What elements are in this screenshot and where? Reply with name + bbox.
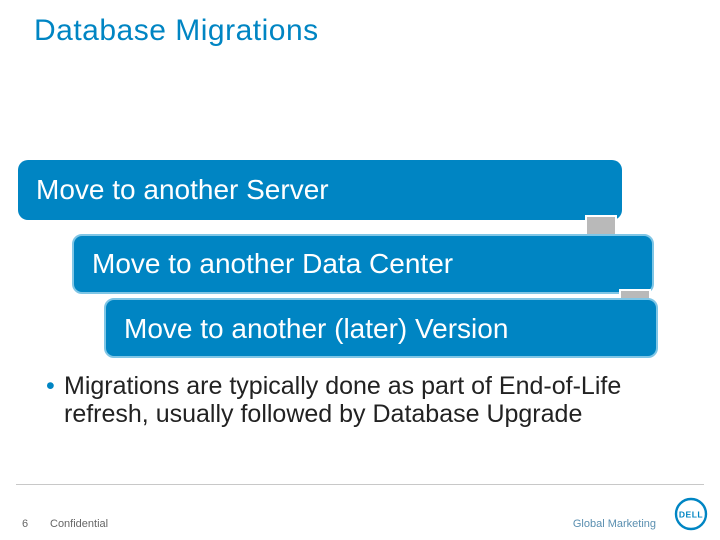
migration-box-datacenter-label: Move to another Data Center bbox=[92, 249, 453, 278]
migration-box-server-label: Move to another Server bbox=[36, 175, 329, 204]
confidential-label: Confidential bbox=[50, 518, 108, 530]
page-number: 6 bbox=[22, 518, 28, 530]
footer-rule bbox=[16, 484, 704, 514]
migration-box-version-label: Move to another (later) Version bbox=[124, 314, 508, 343]
slide-title: Database Migrations bbox=[34, 14, 319, 48]
slide: Database Migrations Move to another Serv… bbox=[0, 0, 720, 540]
migration-box-datacenter: Move to another Data Center bbox=[72, 234, 654, 294]
global-marketing-label: Global Marketing bbox=[573, 518, 656, 530]
bullet-dot-icon: • bbox=[46, 372, 55, 400]
bullet-item: • Migrations are typically done as part … bbox=[64, 372, 674, 428]
dell-logo-text: DELL bbox=[679, 510, 703, 520]
migration-box-server: Move to another Server bbox=[18, 160, 622, 220]
dell-logo-icon: DELL bbox=[674, 497, 708, 536]
migration-box-version: Move to another (later) Version bbox=[104, 298, 658, 358]
bullet-text: Migrations are typically done as part of… bbox=[64, 372, 621, 428]
